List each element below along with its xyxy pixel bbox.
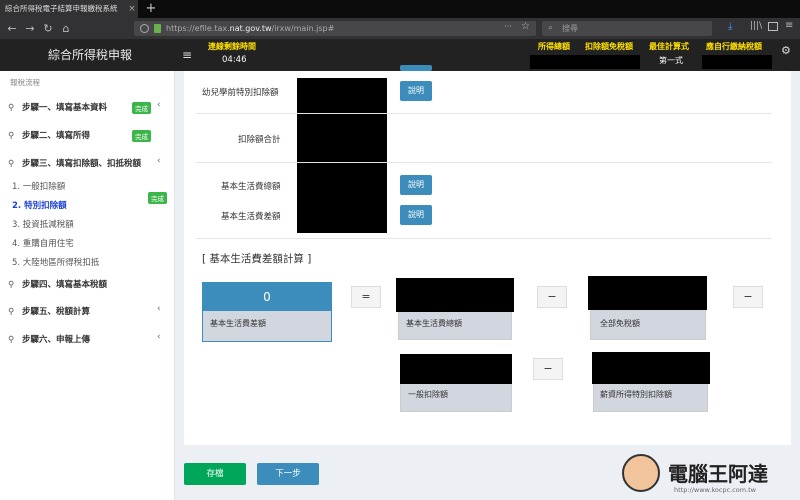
living-cost-total-label: 基本生活費總額 xyxy=(221,182,281,192)
step-label: 步驟二、填寫所得 xyxy=(22,131,91,141)
best-formula-value: 第一式 xyxy=(640,54,702,68)
chevron-icon: ‹ xyxy=(157,156,161,166)
sidebar-step-5[interactable]: ⚲ 步驟五、稅額計算 xyxy=(8,305,90,317)
full-exemption-caption: 全部免稅額 xyxy=(600,319,640,328)
step-label: 步驟三、填寫扣除額、扣抵稅額 xyxy=(22,159,142,169)
redacted-value xyxy=(588,276,707,310)
divider xyxy=(196,113,771,114)
download-icon[interactable]: ⤓ xyxy=(728,21,732,32)
substep-special-deduction[interactable]: 2. 特別扣除額 xyxy=(12,199,67,211)
salary-deduction-caption: 薪資所得特別扣除額 xyxy=(600,390,672,399)
bookmark-star-icon[interactable]: ☆ xyxy=(521,21,530,32)
app-title: 綜合所得稅申報 xyxy=(47,48,132,62)
done-badge: 完成 xyxy=(132,130,151,142)
deduction-total-label: 扣除額合計 xyxy=(238,135,281,145)
link-icon: ⚲ xyxy=(8,159,15,169)
tab-close-icon[interactable]: × xyxy=(126,0,138,18)
search-placeholder: 搜尋 xyxy=(562,24,578,33)
minus-operator: − xyxy=(733,286,763,308)
sidebar-step-6[interactable]: ⚲ 步驟六、申報上傳 xyxy=(8,333,90,345)
sidebar-step-2[interactable]: ⚲ 步驟二、填寫所得 xyxy=(8,129,90,141)
sidebar-step-4[interactable]: ⚲ 步驟四、填寫基本稅額 xyxy=(8,278,107,290)
step-label: 步驟六、申報上傳 xyxy=(22,335,91,345)
substep-mainland-tax[interactable]: 5. 大陸地區所得稅扣抵 xyxy=(12,256,99,268)
link-icon: ⚲ xyxy=(8,307,15,317)
redacted-value xyxy=(592,352,710,384)
home-icon[interactable]: ⌂ xyxy=(58,18,74,39)
living-cost-diff-label: 基本生活費差額 xyxy=(221,212,281,222)
tax-due-label: 應自行繳納稅額 xyxy=(706,42,762,51)
search-icon: ⌕ xyxy=(548,23,554,33)
url-path: /irxw/main.jsp# xyxy=(271,24,335,33)
library-icon[interactable]: |||\ xyxy=(750,21,762,31)
done-badge: 完成 xyxy=(132,102,151,114)
deduction-exemption-label: 扣除額免稅額 xyxy=(585,42,633,51)
preschool-deduction-label: 幼兒學前特別扣除額 xyxy=(202,88,279,98)
sidebar-icon[interactable] xyxy=(768,22,778,31)
section-title: [ 基本生活費差額計算 ] xyxy=(202,253,312,265)
menu-toggle-icon[interactable]: ≡ xyxy=(182,39,194,71)
divider xyxy=(196,162,771,163)
minus-operator: − xyxy=(533,358,563,380)
substep-general-deduction[interactable]: 1. 一般扣除額 xyxy=(12,180,65,192)
best-formula-label: 最佳計算式 xyxy=(649,42,689,51)
chevron-icon: ‹ xyxy=(157,304,161,314)
info-icon[interactable] xyxy=(140,24,149,33)
more-icon[interactable]: ··· xyxy=(504,22,512,31)
url-text: https://efile.tax.nat.gov.tw/irxw/main.j… xyxy=(166,21,334,36)
reload-icon[interactable]: ↻ xyxy=(40,18,56,39)
next-button[interactable]: 下一步 xyxy=(257,463,319,485)
url-domain: nat.gov.tw xyxy=(229,24,272,33)
countdown-label: 連線剩餘時間 xyxy=(208,42,256,51)
redacted-value xyxy=(400,354,512,384)
redacted-tax-due xyxy=(702,55,772,69)
countdown-value: 04:46 xyxy=(222,55,247,65)
chevron-icon: ‹ xyxy=(157,332,161,342)
link-icon: ⚲ xyxy=(8,335,15,345)
divider xyxy=(196,238,771,239)
redacted-value xyxy=(396,278,514,312)
income-total-label: 所得總額 xyxy=(538,42,570,51)
forward-icon[interactable]: → xyxy=(22,18,38,39)
explain-button-partial[interactable] xyxy=(400,65,432,71)
link-icon: ⚲ xyxy=(8,131,15,141)
lock-icon xyxy=(154,24,161,33)
result-label: 基本生活費差額 xyxy=(210,319,266,328)
back-icon[interactable]: ← xyxy=(4,18,20,39)
hamburger-menu-icon[interactable]: ≡ xyxy=(785,20,793,31)
link-icon: ⚲ xyxy=(8,103,15,113)
flow-title: 報稅流程 xyxy=(10,78,40,87)
step-label: 步驟五、稅額計算 xyxy=(22,307,91,317)
general-deduction-caption: 一般扣除額 xyxy=(408,390,448,399)
new-tab-button[interactable]: + xyxy=(144,0,158,18)
living-cost-total-caption: 基本生活費總額 xyxy=(406,319,462,328)
step-label: 步驟四、填寫基本稅額 xyxy=(22,280,108,290)
minus-operator: − xyxy=(537,286,567,308)
result-value: 0 xyxy=(203,283,331,311)
substep-rebuy-home[interactable]: 4. 重購自用住宅 xyxy=(12,237,74,249)
explain-button[interactable]: 說明 xyxy=(400,205,432,225)
chevron-icon: ‹ xyxy=(157,100,161,110)
save-button[interactable]: 存檔 xyxy=(184,463,246,485)
watermark-brand: 電腦王阿達 xyxy=(668,462,768,486)
mascot-icon xyxy=(622,454,660,492)
redacted-income-total xyxy=(530,55,640,69)
browser-tab[interactable]: 綜合所得稅電子結算申報繳稅系統 xyxy=(0,0,138,18)
settings-gear-icon[interactable]: ⚙ xyxy=(781,44,791,57)
explain-button[interactable]: 說明 xyxy=(400,175,432,195)
explain-button[interactable]: 說明 xyxy=(400,81,432,101)
link-icon: ⚲ xyxy=(8,280,15,290)
watermark: 電腦王阿達 http://www.kocpc.com.tw xyxy=(614,452,800,500)
step-label: 步驟一、填寫基本資料 xyxy=(22,103,108,113)
equals-operator: = xyxy=(351,286,381,308)
substep-investment-credit[interactable]: 3. 投資抵減稅額 xyxy=(12,218,74,230)
url-prefix: https://efile.tax. xyxy=(166,24,230,33)
redacted-amounts xyxy=(297,78,387,233)
done-badge: 完成 xyxy=(148,192,167,204)
sidebar-step-3[interactable]: ⚲ 步驟三、填寫扣除額、扣抵稅額 xyxy=(8,157,141,169)
watermark-url: http://www.kocpc.com.tw xyxy=(674,486,756,494)
sidebar-step-1[interactable]: ⚲ 步驟一、填寫基本資料 xyxy=(8,101,107,113)
